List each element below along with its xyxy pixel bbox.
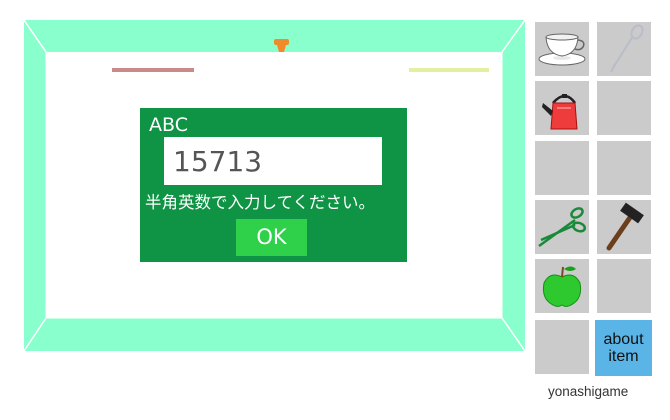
ok-button[interactable]: OK	[236, 219, 307, 256]
item-slot-hammer[interactable]	[597, 200, 651, 254]
dialog-title: ABC	[149, 114, 188, 136]
game-screen: ABC 半角英数で入力してください。 OK	[0, 0, 670, 420]
apple-icon	[542, 266, 582, 307]
ceiling-shelf-right[interactable]	[409, 68, 489, 72]
scissors-icon	[538, 207, 587, 248]
kettle-icon	[542, 94, 578, 130]
item-slot-empty[interactable]	[535, 141, 589, 195]
about-item-line1: about	[603, 331, 644, 348]
dialog-hint: 半角英数で入力してください。	[145, 193, 376, 212]
item-slot-empty[interactable]	[597, 81, 651, 135]
item-slot-empty[interactable]	[597, 259, 651, 313]
ceiling-shelf-left[interactable]	[112, 68, 194, 72]
code-input[interactable]	[164, 137, 382, 185]
item-slot-teacup[interactable]	[535, 22, 589, 76]
item-slot-empty[interactable]	[597, 141, 651, 195]
credit-text: yonashigame	[548, 384, 629, 399]
wire-loop-icon	[610, 24, 644, 73]
item-slot-scissors[interactable]	[535, 200, 589, 254]
item-slot-apple[interactable]	[535, 259, 589, 313]
about-item-button[interactable]: about item	[595, 320, 652, 376]
password-dialog: ABC 半角英数で入力してください。 OK	[140, 108, 407, 262]
hammer-icon	[606, 202, 644, 251]
teacup-icon	[538, 33, 586, 66]
item-slot-kettle[interactable]	[535, 81, 589, 135]
item-slot-empty[interactable]	[535, 320, 589, 374]
about-item-line2: item	[608, 348, 639, 365]
item-slot-wire[interactable]	[597, 22, 651, 76]
